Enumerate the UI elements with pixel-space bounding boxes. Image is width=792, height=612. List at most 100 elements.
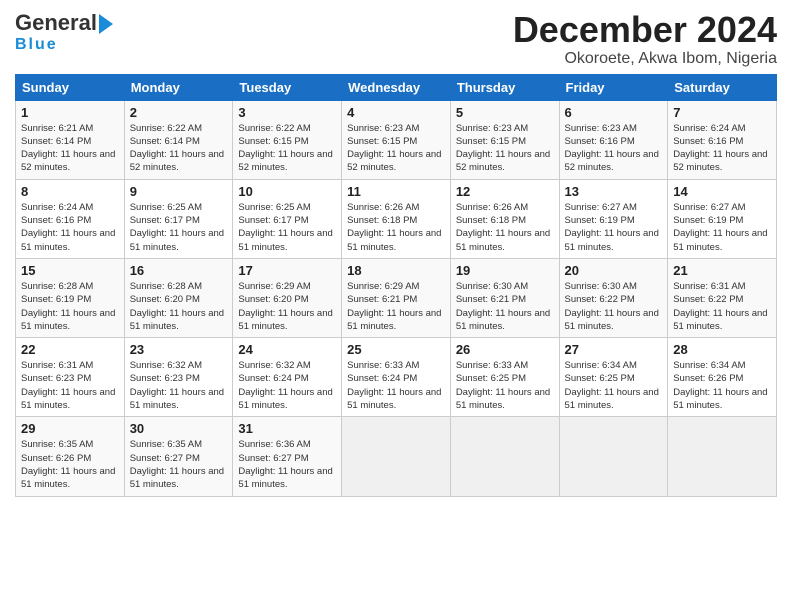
day-info: Sunrise: 6:34 AMSunset: 6:26 PMDaylight:…: [673, 360, 767, 411]
day-number: 11: [347, 184, 445, 199]
day-number: 18: [347, 263, 445, 278]
table-row: 7 Sunrise: 6:24 AMSunset: 6:16 PMDayligh…: [668, 100, 777, 179]
table-row: 26 Sunrise: 6:33 AMSunset: 6:25 PMDaylig…: [450, 338, 559, 417]
table-row: 8 Sunrise: 6:24 AMSunset: 6:16 PMDayligh…: [16, 179, 125, 258]
calendar-header-row: Sunday Monday Tuesday Wednesday Thursday…: [16, 74, 777, 100]
col-wednesday: Wednesday: [342, 74, 451, 100]
table-row: 4 Sunrise: 6:23 AMSunset: 6:15 PMDayligh…: [342, 100, 451, 179]
calendar-body: 1 Sunrise: 6:21 AMSunset: 6:14 PMDayligh…: [16, 100, 777, 496]
table-row: 3 Sunrise: 6:22 AMSunset: 6:15 PMDayligh…: [233, 100, 342, 179]
title-area: December 2024 Okoroete, Akwa Ibom, Niger…: [513, 10, 777, 68]
calendar-table: Sunday Monday Tuesday Wednesday Thursday…: [15, 74, 777, 497]
day-info: Sunrise: 6:31 AMSunset: 6:22 PMDaylight:…: [673, 281, 767, 332]
table-row: 17 Sunrise: 6:29 AMSunset: 6:20 PMDaylig…: [233, 258, 342, 337]
day-info: Sunrise: 6:22 AMSunset: 6:14 PMDaylight:…: [130, 123, 224, 174]
day-number: 24: [238, 342, 336, 357]
day-number: 21: [673, 263, 771, 278]
table-row: 2 Sunrise: 6:22 AMSunset: 6:14 PMDayligh…: [124, 100, 233, 179]
table-row: 6 Sunrise: 6:23 AMSunset: 6:16 PMDayligh…: [559, 100, 668, 179]
col-friday: Friday: [559, 74, 668, 100]
day-number: 7: [673, 105, 771, 120]
day-info: Sunrise: 6:31 AMSunset: 6:23 PMDaylight:…: [21, 360, 115, 411]
day-info: Sunrise: 6:33 AMSunset: 6:24 PMDaylight:…: [347, 360, 441, 411]
table-row: 29 Sunrise: 6:35 AMSunset: 6:26 PMDaylig…: [16, 417, 125, 496]
day-info: Sunrise: 6:23 AMSunset: 6:15 PMDaylight:…: [456, 123, 550, 174]
day-info: Sunrise: 6:27 AMSunset: 6:19 PMDaylight:…: [565, 202, 659, 253]
day-number: 14: [673, 184, 771, 199]
day-number: 31: [238, 421, 336, 436]
table-row: 16 Sunrise: 6:28 AMSunset: 6:20 PMDaylig…: [124, 258, 233, 337]
month-title: December 2024: [513, 10, 777, 50]
table-row: [559, 417, 668, 496]
table-row: [342, 417, 451, 496]
day-number: 8: [21, 184, 119, 199]
logo: General Blue: [15, 10, 113, 54]
day-info: Sunrise: 6:28 AMSunset: 6:20 PMDaylight:…: [130, 281, 224, 332]
day-info: Sunrise: 6:30 AMSunset: 6:21 PMDaylight:…: [456, 281, 550, 332]
day-info: Sunrise: 6:21 AMSunset: 6:14 PMDaylight:…: [21, 123, 115, 174]
day-number: 29: [21, 421, 119, 436]
location-title: Okoroete, Akwa Ibom, Nigeria: [513, 50, 777, 68]
day-number: 28: [673, 342, 771, 357]
table-row: 15 Sunrise: 6:28 AMSunset: 6:19 PMDaylig…: [16, 258, 125, 337]
day-info: Sunrise: 6:28 AMSunset: 6:19 PMDaylight:…: [21, 281, 115, 332]
day-number: 19: [456, 263, 554, 278]
day-number: 30: [130, 421, 228, 436]
table-row: 24 Sunrise: 6:32 AMSunset: 6:24 PMDaylig…: [233, 338, 342, 417]
day-info: Sunrise: 6:32 AMSunset: 6:24 PMDaylight:…: [238, 360, 332, 411]
day-number: 23: [130, 342, 228, 357]
day-info: Sunrise: 6:32 AMSunset: 6:23 PMDaylight:…: [130, 360, 224, 411]
day-number: 12: [456, 184, 554, 199]
day-number: 26: [456, 342, 554, 357]
col-tuesday: Tuesday: [233, 74, 342, 100]
day-info: Sunrise: 6:29 AMSunset: 6:21 PMDaylight:…: [347, 281, 441, 332]
day-number: 9: [130, 184, 228, 199]
day-number: 27: [565, 342, 663, 357]
table-row: 14 Sunrise: 6:27 AMSunset: 6:19 PMDaylig…: [668, 179, 777, 258]
table-row: 28 Sunrise: 6:34 AMSunset: 6:26 PMDaylig…: [668, 338, 777, 417]
col-monday: Monday: [124, 74, 233, 100]
table-row: 30 Sunrise: 6:35 AMSunset: 6:27 PMDaylig…: [124, 417, 233, 496]
table-row: 11 Sunrise: 6:26 AMSunset: 6:18 PMDaylig…: [342, 179, 451, 258]
day-info: Sunrise: 6:36 AMSunset: 6:27 PMDaylight:…: [238, 439, 332, 490]
day-info: Sunrise: 6:34 AMSunset: 6:25 PMDaylight:…: [565, 360, 659, 411]
table-row: 21 Sunrise: 6:31 AMSunset: 6:22 PMDaylig…: [668, 258, 777, 337]
col-thursday: Thursday: [450, 74, 559, 100]
day-info: Sunrise: 6:24 AMSunset: 6:16 PMDaylight:…: [673, 123, 767, 174]
day-info: Sunrise: 6:26 AMSunset: 6:18 PMDaylight:…: [347, 202, 441, 253]
table-row: 31 Sunrise: 6:36 AMSunset: 6:27 PMDaylig…: [233, 417, 342, 496]
table-row: 12 Sunrise: 6:26 AMSunset: 6:18 PMDaylig…: [450, 179, 559, 258]
day-number: 1: [21, 105, 119, 120]
day-number: 2: [130, 105, 228, 120]
day-number: 10: [238, 184, 336, 199]
day-info: Sunrise: 6:25 AMSunset: 6:17 PMDaylight:…: [238, 202, 332, 253]
col-sunday: Sunday: [16, 74, 125, 100]
day-info: Sunrise: 6:29 AMSunset: 6:20 PMDaylight:…: [238, 281, 332, 332]
table-row: [668, 417, 777, 496]
day-info: Sunrise: 6:26 AMSunset: 6:18 PMDaylight:…: [456, 202, 550, 253]
day-number: 5: [456, 105, 554, 120]
table-row: 22 Sunrise: 6:31 AMSunset: 6:23 PMDaylig…: [16, 338, 125, 417]
day-number: 17: [238, 263, 336, 278]
table-row: 20 Sunrise: 6:30 AMSunset: 6:22 PMDaylig…: [559, 258, 668, 337]
logo-sub: Blue: [15, 36, 58, 54]
table-row: 19 Sunrise: 6:30 AMSunset: 6:21 PMDaylig…: [450, 258, 559, 337]
day-number: 6: [565, 105, 663, 120]
day-info: Sunrise: 6:30 AMSunset: 6:22 PMDaylight:…: [565, 281, 659, 332]
day-info: Sunrise: 6:27 AMSunset: 6:19 PMDaylight:…: [673, 202, 767, 253]
day-info: Sunrise: 6:24 AMSunset: 6:16 PMDaylight:…: [21, 202, 115, 253]
table-row: 25 Sunrise: 6:33 AMSunset: 6:24 PMDaylig…: [342, 338, 451, 417]
table-row: [450, 417, 559, 496]
table-row: 18 Sunrise: 6:29 AMSunset: 6:21 PMDaylig…: [342, 258, 451, 337]
table-row: 13 Sunrise: 6:27 AMSunset: 6:19 PMDaylig…: [559, 179, 668, 258]
day-number: 20: [565, 263, 663, 278]
day-number: 16: [130, 263, 228, 278]
table-row: 1 Sunrise: 6:21 AMSunset: 6:14 PMDayligh…: [16, 100, 125, 179]
table-row: 10 Sunrise: 6:25 AMSunset: 6:17 PMDaylig…: [233, 179, 342, 258]
day-info: Sunrise: 6:25 AMSunset: 6:17 PMDaylight:…: [130, 202, 224, 253]
day-number: 15: [21, 263, 119, 278]
day-number: 3: [238, 105, 336, 120]
day-info: Sunrise: 6:33 AMSunset: 6:25 PMDaylight:…: [456, 360, 550, 411]
table-row: 9 Sunrise: 6:25 AMSunset: 6:17 PMDayligh…: [124, 179, 233, 258]
day-info: Sunrise: 6:35 AMSunset: 6:27 PMDaylight:…: [130, 439, 224, 490]
